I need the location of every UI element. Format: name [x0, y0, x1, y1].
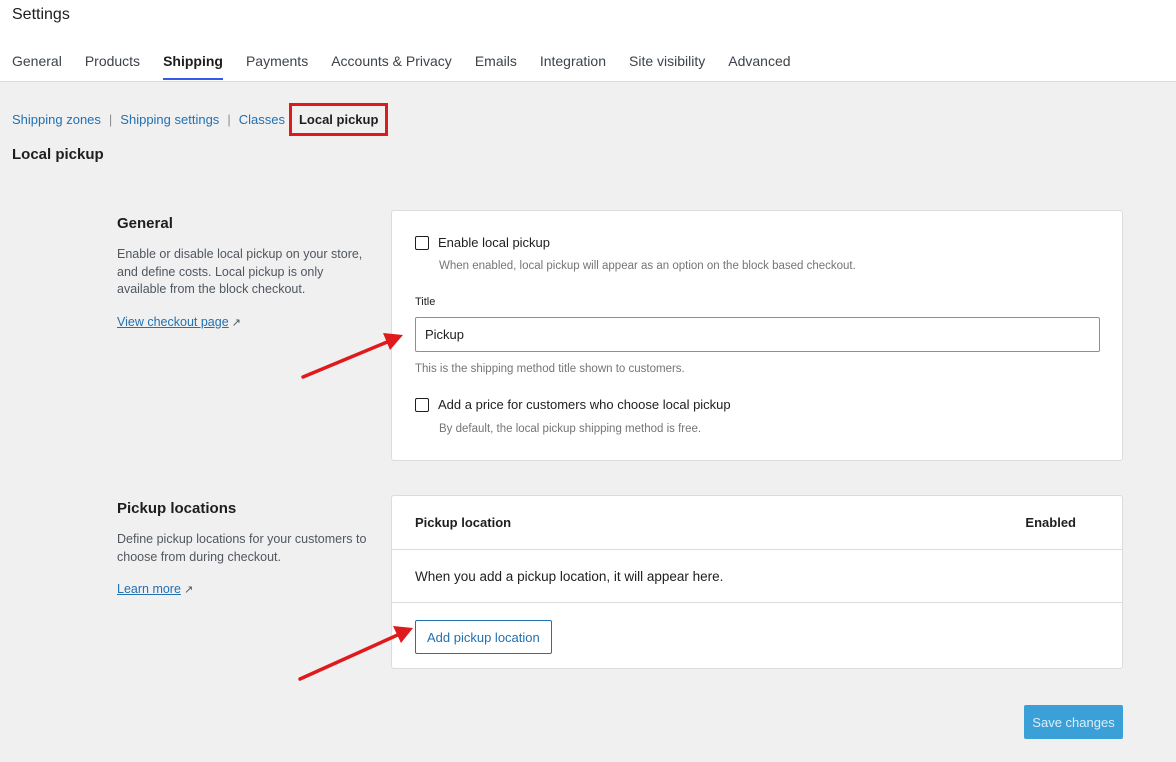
pickup-locations-heading: Pickup locations: [117, 500, 237, 517]
settings-tabs: General Products Shipping Payments Accou…: [12, 50, 814, 80]
shipping-subnav: Shipping zones | Shipping settings | Cla…: [12, 103, 389, 136]
arrow-to-title-input: [301, 333, 403, 379]
tab-products[interactable]: Products: [85, 50, 140, 80]
subnav-local-pickup[interactable]: Local pickup: [288, 103, 389, 136]
pickup-locations-description: Define pickup locations for your custome…: [117, 532, 367, 564]
add-price-row: Add a price for customers who choose loc…: [415, 397, 731, 412]
title-field-label: Title: [415, 296, 436, 308]
empty-state-text: When you add a pickup location, it will …: [415, 569, 724, 584]
section-title: Local pickup: [12, 146, 104, 163]
tab-advanced[interactable]: Advanced: [728, 50, 790, 80]
enable-local-pickup-row: Enable local pickup: [415, 235, 550, 250]
add-price-label[interactable]: Add a price for customers who choose loc…: [438, 397, 731, 412]
general-description: Enable or disable local pickup on your s…: [117, 247, 363, 296]
view-checkout-page-link[interactable]: View checkout page: [117, 315, 229, 329]
title-input[interactable]: [415, 317, 1100, 352]
general-heading: General: [117, 215, 173, 232]
tab-accounts-privacy[interactable]: Accounts & Privacy: [331, 50, 452, 80]
subnav-separator: |: [227, 112, 231, 127]
enable-local-pickup-checkbox[interactable]: [415, 235, 429, 250]
tab-general[interactable]: General: [12, 50, 62, 80]
tab-payments[interactable]: Payments: [246, 50, 308, 80]
learn-more-link[interactable]: Learn more: [117, 582, 181, 596]
pickup-locations-description-block: Pickup locations Define pickup locations…: [117, 500, 367, 598]
top-bar: Settings General Products Shipping Payme…: [0, 0, 1176, 82]
empty-state-row: When you add a pickup location, it will …: [392, 549, 1122, 603]
save-changes-button[interactable]: Save changes: [1024, 705, 1123, 739]
subnav-classes[interactable]: Classes: [239, 112, 285, 127]
tab-emails[interactable]: Emails: [475, 50, 517, 80]
tab-site-visibility[interactable]: Site visibility: [629, 50, 705, 80]
enable-local-pickup-help: When enabled, local pickup will appear a…: [439, 260, 856, 272]
external-link-icon: ↗: [183, 584, 194, 596]
column-header-enabled: Enabled: [1025, 515, 1076, 530]
pickup-locations-card: Pickup location Enabled When you add a p…: [391, 495, 1123, 669]
external-link-icon: ↗: [231, 316, 241, 329]
general-description-block: General Enable or disable local pickup o…: [117, 215, 367, 331]
subnav-shipping-settings[interactable]: Shipping settings: [120, 112, 219, 127]
column-header-pickup-location: Pickup location: [415, 515, 512, 530]
subnav-separator: |: [108, 112, 113, 127]
tab-shipping[interactable]: Shipping: [163, 50, 223, 80]
pickup-locations-table-header: Pickup location Enabled: [392, 496, 1122, 550]
tab-integration[interactable]: Integration: [540, 50, 606, 80]
title-field-help: This is the shipping method title shown …: [415, 363, 685, 375]
add-price-checkbox[interactable]: [415, 397, 429, 412]
add-pickup-location-button[interactable]: Add pickup location: [415, 620, 552, 654]
general-settings-card: Enable local pickup When enabled, local …: [391, 210, 1123, 461]
page-title: Settings: [12, 6, 70, 23]
subnav-shipping-zones[interactable]: Shipping zones: [12, 112, 101, 127]
enable-local-pickup-label[interactable]: Enable local pickup: [438, 235, 550, 250]
add-price-help: By default, the local pickup shipping me…: [439, 423, 702, 435]
